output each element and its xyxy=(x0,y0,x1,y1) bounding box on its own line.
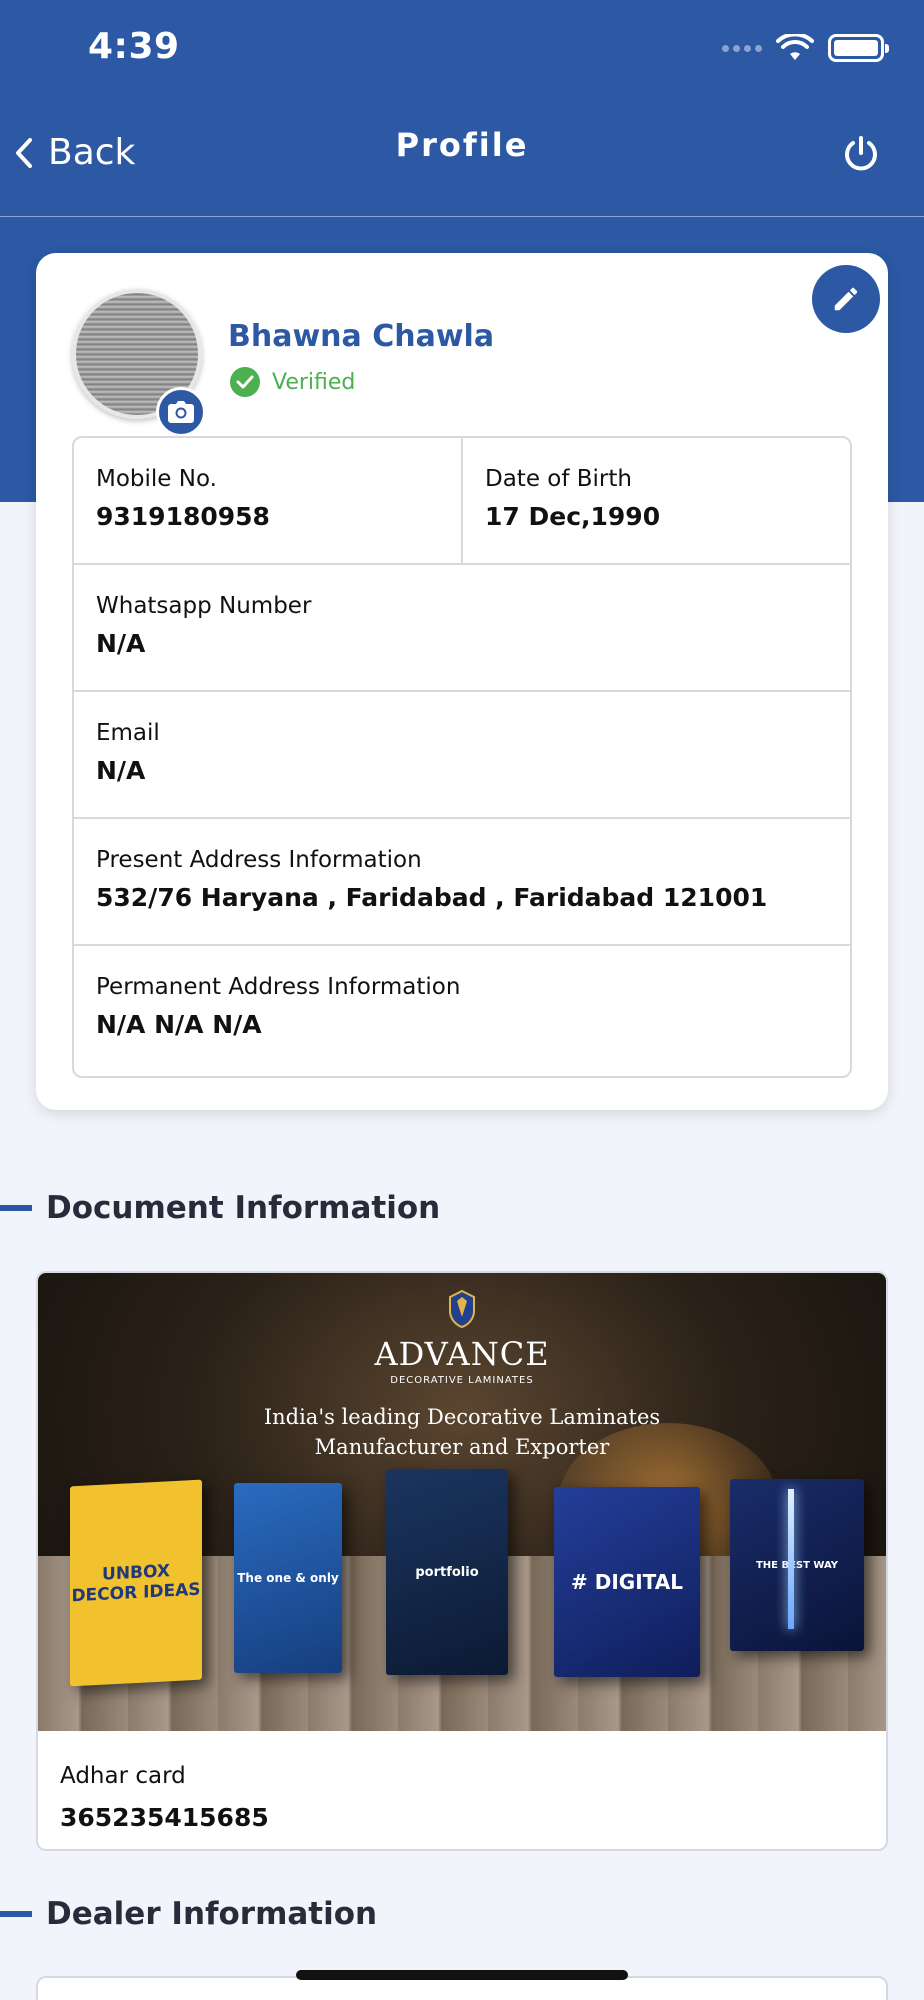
field-label: Date of Birth xyxy=(485,466,632,492)
field-label: Present Address Information xyxy=(96,847,422,873)
field-label: Email xyxy=(96,720,160,746)
document-type-label: Adhar card xyxy=(60,1763,186,1789)
dob-field: Date of Birth 17 Dec,1990 xyxy=(461,438,850,563)
section-title: Document Information xyxy=(46,1190,441,1226)
book-catalog: THE BEST WAY xyxy=(730,1479,864,1651)
info-row: Mobile No. 9319180958 Date of Birth 17 D… xyxy=(74,438,850,565)
tagline: India's leading Decorative Laminates Man… xyxy=(38,1402,886,1462)
section-accent-bar xyxy=(0,1205,32,1211)
tagline-line-1: India's leading Decorative Laminates xyxy=(263,1405,661,1429)
section-title: Dealer Information xyxy=(46,1896,378,1932)
home-indicator[interactable] xyxy=(296,1970,628,1980)
check-circle-icon xyxy=(230,367,260,397)
field-value: 9319180958 xyxy=(96,502,270,531)
book-catalog: UNBOX DECOR IDEAS xyxy=(70,1479,202,1687)
page-title: Profile xyxy=(395,126,529,164)
info-row: Permanent Address Information N/A N/A N/… xyxy=(74,946,850,1073)
field-value: 532/76 Haryana , Faridabad , Faridabad 1… xyxy=(96,883,768,912)
present-address-field: Present Address Information 532/76 Harya… xyxy=(74,819,850,944)
profile-card: Bhawna Chawla Verified Mobile No. 931918… xyxy=(36,253,888,1110)
info-row: Present Address Information 532/76 Harya… xyxy=(74,819,850,946)
dealer-section-header: Dealer Information xyxy=(0,1896,377,1932)
logout-button[interactable] xyxy=(842,134,880,178)
verified-badge: Verified xyxy=(230,367,355,397)
permanent-address-field: Permanent Address Information N/A N/A N/… xyxy=(74,946,850,1073)
email-field: Email N/A xyxy=(74,692,850,817)
crest-icon xyxy=(449,1289,475,1329)
tagline-line-2: Manufacturer and Exporter xyxy=(314,1435,610,1459)
document-number: 365235415685 xyxy=(60,1803,269,1832)
info-row: Whatsapp Number N/A xyxy=(74,565,850,692)
verified-label: Verified xyxy=(272,369,356,395)
book-catalog: The one & only xyxy=(234,1483,342,1673)
user-name: Bhawna Chawla xyxy=(228,319,495,354)
field-label: Permanent Address Information xyxy=(96,974,461,1000)
status-indicators xyxy=(722,34,889,62)
brand-block: ADVANCE DECORATIVE LAMINATES India's lea… xyxy=(38,1289,886,1462)
whatsapp-field: Whatsapp Number N/A xyxy=(74,565,850,690)
document-card[interactable]: ADVANCE DECORATIVE LAMINATES India's lea… xyxy=(36,1271,888,1851)
wifi-icon xyxy=(776,34,814,60)
power-icon xyxy=(845,136,877,171)
field-value: N/A N/A N/A xyxy=(96,1010,262,1039)
info-row: Email N/A xyxy=(74,692,850,819)
signal-icon xyxy=(722,44,762,52)
book-catalog: portfolio xyxy=(386,1469,508,1675)
status-time: 4:39 xyxy=(88,26,180,67)
book-catalog: # DIGITAL xyxy=(554,1487,700,1677)
field-label: Whatsapp Number xyxy=(96,593,312,619)
brand-subtitle: DECORATIVE LAMINATES xyxy=(390,1375,534,1386)
edit-pencil-icon xyxy=(834,287,858,311)
edit-profile-button[interactable] xyxy=(812,265,880,333)
field-value: N/A xyxy=(96,629,146,658)
field-label: Mobile No. xyxy=(96,466,217,492)
field-value: 17 Dec,1990 xyxy=(485,502,661,531)
change-photo-button[interactable] xyxy=(156,387,206,437)
document-image[interactable]: ADVANCE DECORATIVE LAMINATES India's lea… xyxy=(38,1273,886,1731)
header-divider xyxy=(0,216,924,217)
profile-info-table: Mobile No. 9319180958 Date of Birth 17 D… xyxy=(72,436,852,1078)
document-section-header: Document Information xyxy=(0,1190,440,1226)
section-accent-bar xyxy=(0,1911,32,1917)
battery-icon xyxy=(828,34,889,62)
mobile-field: Mobile No. 9319180958 xyxy=(74,438,461,563)
brand-name: ADVANCE xyxy=(374,1335,550,1373)
camera-icon xyxy=(168,401,194,423)
field-value: N/A xyxy=(96,756,146,785)
